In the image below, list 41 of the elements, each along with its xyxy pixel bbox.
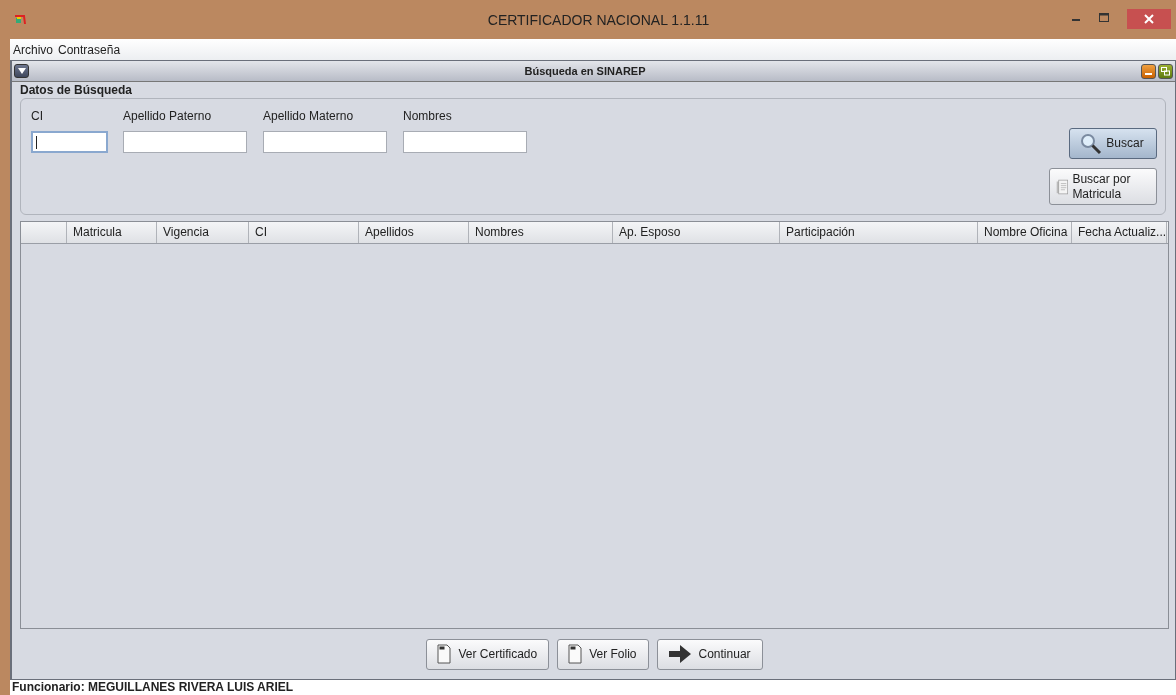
- field-label: Apellido Materno: [263, 109, 355, 124]
- column-header[interactable]: Nombre Oficina: [978, 222, 1072, 243]
- app-logo-icon: [14, 14, 26, 25]
- column-header[interactable]: Apellidos: [359, 222, 469, 243]
- field-label: Nombres: [403, 109, 453, 124]
- field-label: Apellido Paterno: [123, 109, 213, 124]
- frame-minimize-button[interactable]: [1141, 63, 1156, 79]
- close-button[interactable]: [1127, 9, 1171, 29]
- document-icon: [568, 644, 583, 664]
- continue-button[interactable]: Continuar: [656, 638, 763, 670]
- field-label: CI: [31, 109, 44, 124]
- column-header[interactable]: Participación: [780, 222, 978, 243]
- section-title: Datos de Búsqueda: [20, 82, 134, 98]
- view-certificate-button[interactable]: Ver Certificado: [426, 638, 550, 670]
- input-field[interactable]: [123, 131, 247, 153]
- search-icon: [1080, 132, 1103, 155]
- input-field[interactable]: [403, 131, 527, 153]
- column-header[interactable]: Nombres: [469, 222, 613, 243]
- window-title: CERTIFICADOR NACIONAL 1.1.11: [486, 11, 711, 28]
- search-by-registration-button[interactable]: Buscar por Matricula: [1049, 168, 1157, 205]
- triangle-down-icon: [17, 68, 26, 74]
- column-header[interactable]: Fecha Actualiz...: [1072, 222, 1167, 243]
- frame-restore-button[interactable]: [1158, 63, 1173, 79]
- restore-icon: [1161, 66, 1170, 76]
- close-icon: [1144, 14, 1154, 24]
- view-folio-button[interactable]: Ver Folio: [557, 638, 649, 670]
- frame-menu-button[interactable]: [14, 64, 29, 78]
- column-header[interactable]: Vigencia: [157, 222, 249, 243]
- input-field[interactable]: [263, 131, 387, 153]
- document-icon: [437, 644, 452, 664]
- column-header[interactable]: Ap. Esposo: [613, 222, 780, 243]
- menu-item[interactable]: Archivo: [13, 42, 53, 57]
- frame-title: Búsqueda en SINAREP: [523, 65, 647, 77]
- column-header[interactable]: CI: [249, 222, 359, 243]
- search-button[interactable]: Buscar: [1069, 128, 1157, 159]
- input-field[interactable]: [31, 131, 108, 153]
- menu-item[interactable]: Contraseña: [58, 42, 121, 57]
- column-header[interactable]: Matricula: [67, 222, 157, 243]
- arrow-right-icon: [667, 644, 692, 664]
- maximize-icon[interactable]: [1099, 12, 1109, 23]
- minimize-icon: [1145, 72, 1152, 75]
